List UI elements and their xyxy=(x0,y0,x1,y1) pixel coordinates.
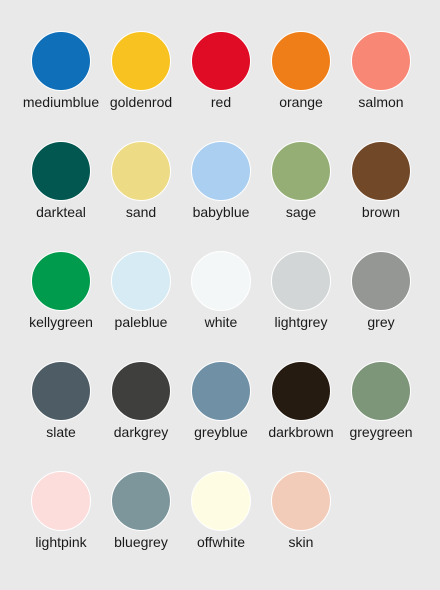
swatch-circle xyxy=(191,31,251,91)
swatch-circle xyxy=(191,361,251,421)
swatch-darkteal: darkteal xyxy=(21,141,101,241)
swatch-label: greygreen xyxy=(349,424,413,440)
swatch-slate: slate xyxy=(21,361,101,461)
swatch-greyblue: greyblue xyxy=(181,361,261,461)
swatch-skin: skin xyxy=(261,471,341,571)
swatch-orange: orange xyxy=(261,31,341,131)
swatch-label: salmon xyxy=(358,94,404,110)
swatch-label: grey xyxy=(367,314,395,330)
swatch-circle xyxy=(271,361,331,421)
swatch-circle xyxy=(31,361,91,421)
swatch-offwhite: offwhite xyxy=(181,471,261,571)
swatch-circle xyxy=(31,31,91,91)
swatch-brown: brown xyxy=(341,141,421,241)
swatch-paleblue: paleblue xyxy=(101,251,181,351)
swatch-circle xyxy=(31,471,91,531)
swatch-circle xyxy=(191,251,251,311)
swatch-circle xyxy=(351,31,411,91)
color-swatch-grid: mediumblue goldenrod red orange salmon darkte… xyxy=(0,0,440,590)
swatch-circle xyxy=(271,141,331,201)
swatch-circle xyxy=(111,31,171,91)
swatch-lightpink: lightpink xyxy=(21,471,101,571)
swatch-circle xyxy=(111,361,171,421)
swatch-lightgrey: lightgrey xyxy=(261,251,341,351)
swatch-greygreen: greygreen xyxy=(341,361,421,461)
swatch-circle xyxy=(31,141,91,201)
swatch-circle xyxy=(351,361,411,421)
swatch-salmon: salmon xyxy=(341,31,421,131)
swatch-darkbrown: darkbrown xyxy=(261,361,341,461)
swatch-bluegrey: bluegrey xyxy=(101,471,181,571)
swatch-grey: grey xyxy=(341,251,421,351)
swatch-circle xyxy=(191,141,251,201)
swatch-babyblue: babyblue xyxy=(181,141,261,241)
swatch-sand: sand xyxy=(101,141,181,241)
swatch-circle xyxy=(351,141,411,201)
swatch-red: red xyxy=(181,31,261,131)
swatch-sage: sage xyxy=(261,141,341,241)
swatch-circle xyxy=(271,31,331,91)
swatch-white: white xyxy=(181,251,261,351)
swatch-circle xyxy=(351,251,411,311)
swatch-label: brown xyxy=(361,204,401,220)
swatch-label: skin xyxy=(288,534,314,550)
swatch-circle xyxy=(111,471,171,531)
swatch-circle xyxy=(271,251,331,311)
swatch-circle xyxy=(191,471,251,531)
swatch-goldenrod: goldenrod xyxy=(101,31,181,131)
swatch-circle xyxy=(111,251,171,311)
swatch-darkgrey: darkgrey xyxy=(101,361,181,461)
swatch-kellygreen: kellygreen xyxy=(21,251,101,351)
swatch-circle xyxy=(111,141,171,201)
swatch-circle xyxy=(31,251,91,311)
swatch-circle xyxy=(271,471,331,531)
swatch-mediumblue: mediumblue xyxy=(21,31,101,131)
